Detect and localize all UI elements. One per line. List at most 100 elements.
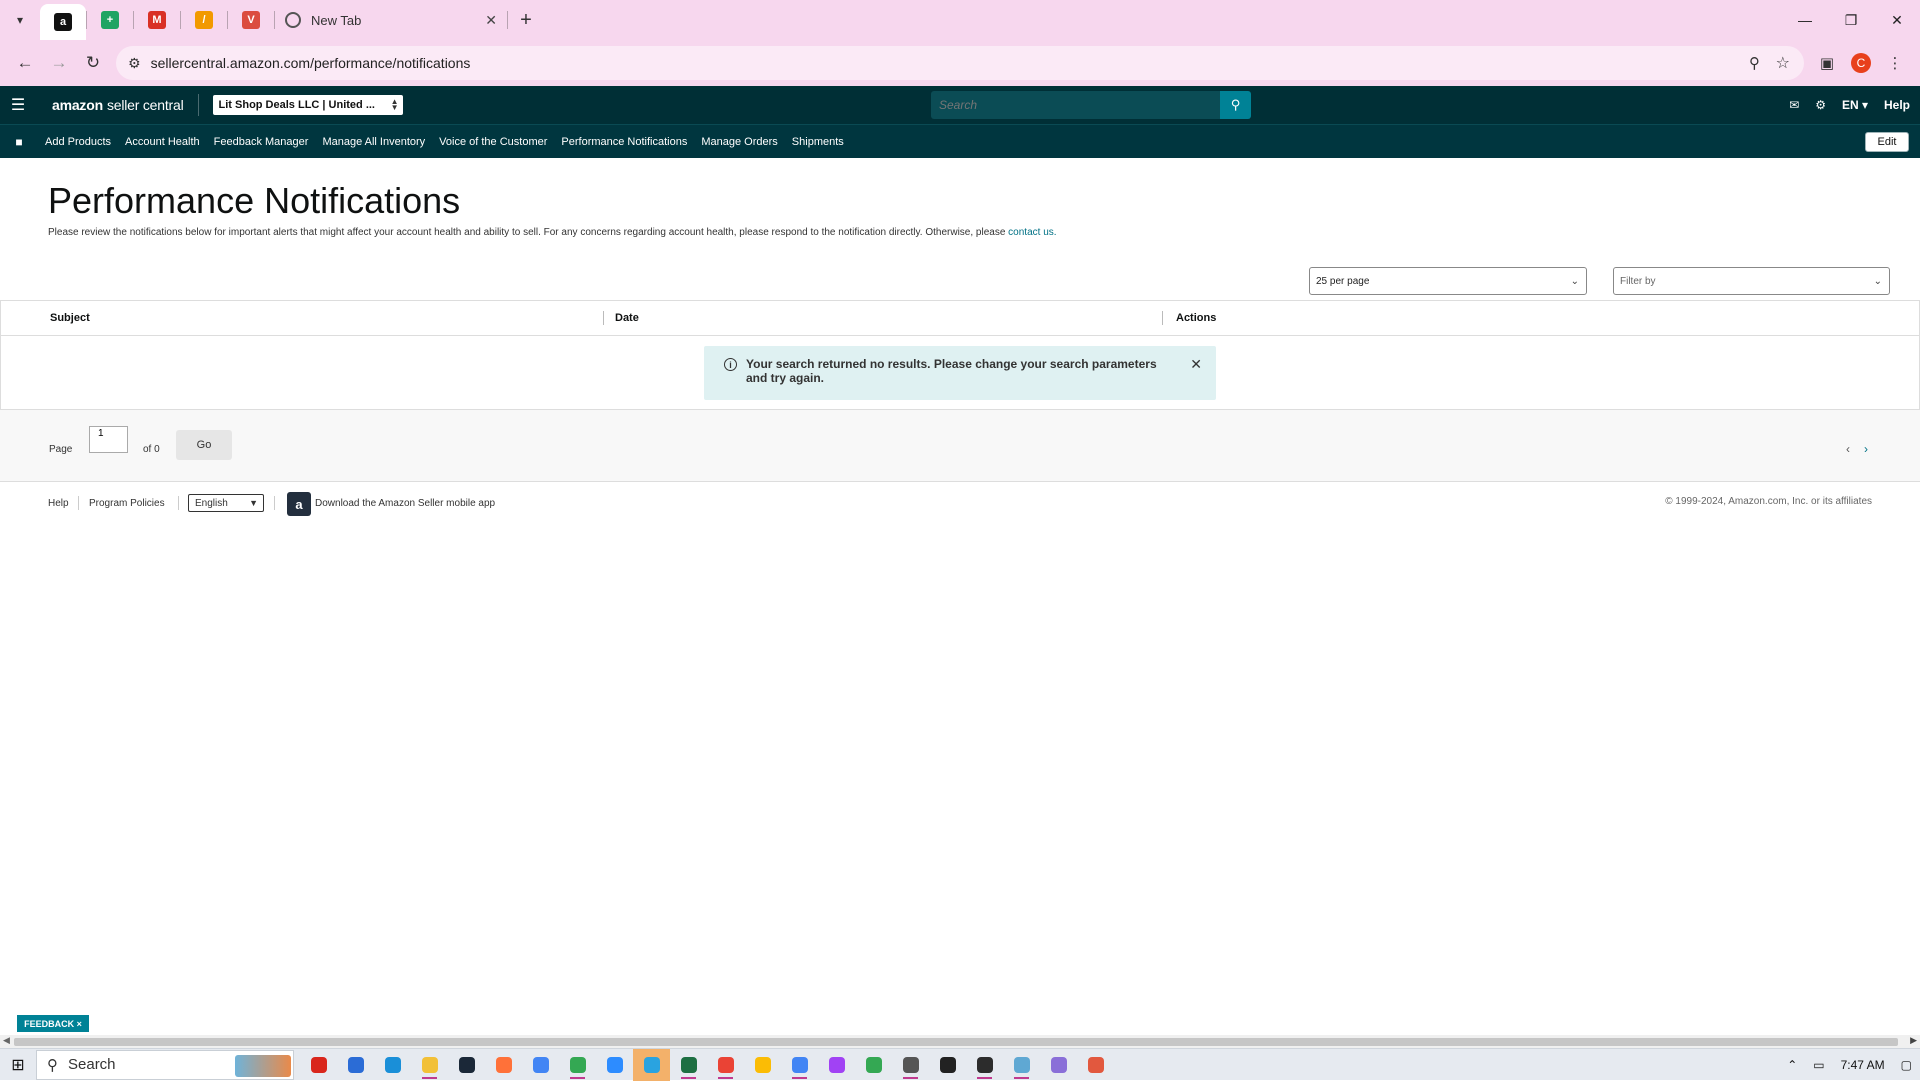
nav-item-add-products[interactable]: Add Products xyxy=(45,136,111,148)
taskbar-app-sticky-app[interactable] xyxy=(966,1049,1003,1081)
pinned-tab-gmail[interactable]: M xyxy=(134,0,180,40)
pinned-tab-tool[interactable]: / xyxy=(181,0,227,40)
language-selector[interactable]: EN ▾ xyxy=(1842,98,1868,112)
mail-icon[interactable]: ✉ xyxy=(1789,98,1799,112)
pagination-bar: Page of 0 Go ‹› xyxy=(0,410,1920,482)
taskbar-app-telegram[interactable] xyxy=(633,1048,670,1081)
taskbar-app-chrome[interactable] xyxy=(522,1049,559,1081)
seller-central-logo[interactable]: amazon seller central xyxy=(36,94,199,116)
page-title: Performance Notifications xyxy=(48,180,461,221)
alert-message: Your search returned no results. Please … xyxy=(746,357,1157,385)
column-actions: Actions xyxy=(1176,312,1217,324)
reload-icon[interactable]: ↻ xyxy=(76,46,110,80)
url-text[interactable]: sellercentral.amazon.com/performance/not… xyxy=(151,55,471,71)
seller-search-input[interactable] xyxy=(931,91,1220,119)
column-date[interactable]: Date xyxy=(615,312,639,324)
taskbar-app-paint[interactable] xyxy=(1077,1049,1114,1081)
taskbar-app-firefox[interactable] xyxy=(485,1049,522,1081)
taskbar-app-app-store[interactable] xyxy=(337,1049,374,1081)
minimize-icon[interactable]: — xyxy=(1782,0,1828,40)
windows-start-icon[interactable]: ⊞ xyxy=(0,1049,36,1081)
tab-close-icon[interactable]: ✕ xyxy=(485,12,497,29)
taskbar-app-zoom[interactable] xyxy=(596,1049,633,1081)
address-bar[interactable]: ⚙ sellercentral.amazon.com/performance/n… xyxy=(116,46,1804,80)
windows-taskbar: ⊞ ⚲ Search ⌃ ▭ 7:47 AM ▢ xyxy=(0,1048,1920,1081)
side-panel-icon[interactable]: ▣ xyxy=(1810,46,1844,80)
page-number-input[interactable] xyxy=(89,426,128,453)
window-close-icon[interactable]: ✕ xyxy=(1874,0,1920,40)
taskbar-app-chrome-profile-6[interactable] xyxy=(818,1049,855,1081)
pinned-tab-todoist[interactable]: V xyxy=(228,0,274,40)
new-tab-button[interactable]: + xyxy=(508,9,544,32)
tab-new-tab-label: New Tab xyxy=(311,12,362,28)
help-link[interactable]: Help xyxy=(1884,98,1910,112)
taskbar-app-obs[interactable] xyxy=(929,1049,966,1081)
taskbar-app-steam[interactable] xyxy=(448,1049,485,1081)
prev-page-icon[interactable]: ‹ xyxy=(1846,442,1864,456)
taskbar-app-chrome-profile-2[interactable] xyxy=(559,1049,596,1081)
pinned-tab-sheets[interactable]: + xyxy=(87,0,133,40)
tray-overflow-chevron-icon[interactable]: ⌃ xyxy=(1787,1058,1797,1072)
todoist-icon: V xyxy=(242,11,260,29)
bookmark-icon[interactable]: ■ xyxy=(0,135,38,149)
zoom-icon[interactable]: ⚲ xyxy=(1749,54,1760,72)
program-policies-link[interactable]: Program Policies xyxy=(89,498,165,509)
footer-language-select[interactable]: English ▼ xyxy=(188,494,264,512)
steam-icon xyxy=(458,1056,475,1073)
taskbar-app-app-red[interactable] xyxy=(300,1049,337,1081)
restore-icon[interactable]: ❐ xyxy=(1828,0,1874,40)
taskbar-app-excel[interactable] xyxy=(670,1049,707,1081)
hamburger-menu-icon[interactable]: ☰ xyxy=(0,86,36,124)
browser-tab-bar: ▾ a + M / V New Tab ✕ + — ❐ ✕ xyxy=(0,0,1920,40)
feedback-tab[interactable]: FEEDBACK × xyxy=(17,1015,89,1032)
scroll-left-icon[interactable]: ◀ xyxy=(3,1035,10,1046)
pinned-tab-amazon[interactable]: a xyxy=(40,4,86,40)
taskbar-app-calculator[interactable] xyxy=(892,1049,929,1081)
taskbar-app-notepad[interactable] xyxy=(1003,1049,1040,1081)
footer-help-link[interactable]: Help xyxy=(48,498,69,509)
footer-divider xyxy=(78,496,79,510)
scrollbar-thumb[interactable] xyxy=(14,1038,1898,1046)
browser-menu-icon[interactable]: ⋮ xyxy=(1878,46,1912,80)
taskbar-search[interactable]: ⚲ Search xyxy=(36,1049,294,1080)
nav-item-manage-all-inventory[interactable]: Manage All Inventory xyxy=(322,136,425,148)
seller-app-icon[interactable]: a xyxy=(287,492,311,516)
per-page-select[interactable]: 25 per page ⌄ xyxy=(1309,267,1587,295)
battery-icon[interactable]: ▭ xyxy=(1813,1058,1824,1072)
taskbar-app-chrome-profile-5[interactable] xyxy=(781,1049,818,1081)
taskbar-app-file-explorer[interactable] xyxy=(411,1049,448,1081)
settings-gear-icon[interactable]: ⚙ xyxy=(1815,98,1826,112)
nav-item-account-health[interactable]: Account Health xyxy=(125,136,200,148)
site-info-icon[interactable]: ⚙ xyxy=(128,55,141,72)
taskbar-app-chrome-profile-7[interactable] xyxy=(855,1049,892,1081)
taskbar-app-edge[interactable] xyxy=(374,1049,411,1081)
back-icon[interactable]: ← xyxy=(8,46,42,80)
taskbar-app-snipping-tool[interactable] xyxy=(1040,1049,1077,1081)
notification-center-icon[interactable]: ▢ xyxy=(1901,1058,1912,1072)
nav-item-shipments[interactable]: Shipments xyxy=(792,136,844,148)
scroll-right-icon[interactable]: ▶ xyxy=(1910,1035,1917,1046)
tab-search-chevron-icon[interactable]: ▾ xyxy=(0,0,40,40)
bookmark-star-icon[interactable]: ☆ xyxy=(1776,53,1790,73)
go-button[interactable]: Go xyxy=(176,430,232,460)
edit-nav-button[interactable]: Edit xyxy=(1865,132,1909,152)
nav-item-performance-notifications[interactable]: Performance Notifications xyxy=(561,136,687,148)
tab-new-tab[interactable]: New Tab ✕ xyxy=(275,0,507,40)
next-page-icon[interactable]: › xyxy=(1864,442,1882,456)
close-icon[interactable]: ✕ xyxy=(1190,356,1202,373)
download-app-link[interactable]: Download the Amazon Seller mobile app xyxy=(315,498,495,509)
taskbar-app-chrome-profile-3[interactable] xyxy=(707,1049,744,1081)
profile-avatar[interactable]: C xyxy=(1851,53,1871,73)
search-icon[interactable]: ⚲ xyxy=(1220,91,1251,119)
filter-by-select[interactable]: Filter by ⌄ xyxy=(1613,267,1890,295)
clock[interactable]: 7:47 AM xyxy=(1841,1058,1885,1072)
nav-item-voice-of-the-customer[interactable]: Voice of the Customer xyxy=(439,136,547,148)
forward-icon[interactable]: → xyxy=(42,46,76,80)
taskbar-app-chrome-profile-4[interactable] xyxy=(744,1049,781,1081)
nav-item-manage-orders[interactable]: Manage Orders xyxy=(701,136,777,148)
column-subject[interactable]: Subject xyxy=(50,312,90,324)
horizontal-scrollbar[interactable]: ◀ ▶ xyxy=(0,1035,1920,1048)
contact-us-link[interactable]: contact us. xyxy=(1008,227,1056,238)
nav-item-feedback-manager[interactable]: Feedback Manager xyxy=(214,136,309,148)
account-switcher[interactable]: Lit Shop Deals LLC | United ... ▲ ▼ xyxy=(212,95,403,115)
